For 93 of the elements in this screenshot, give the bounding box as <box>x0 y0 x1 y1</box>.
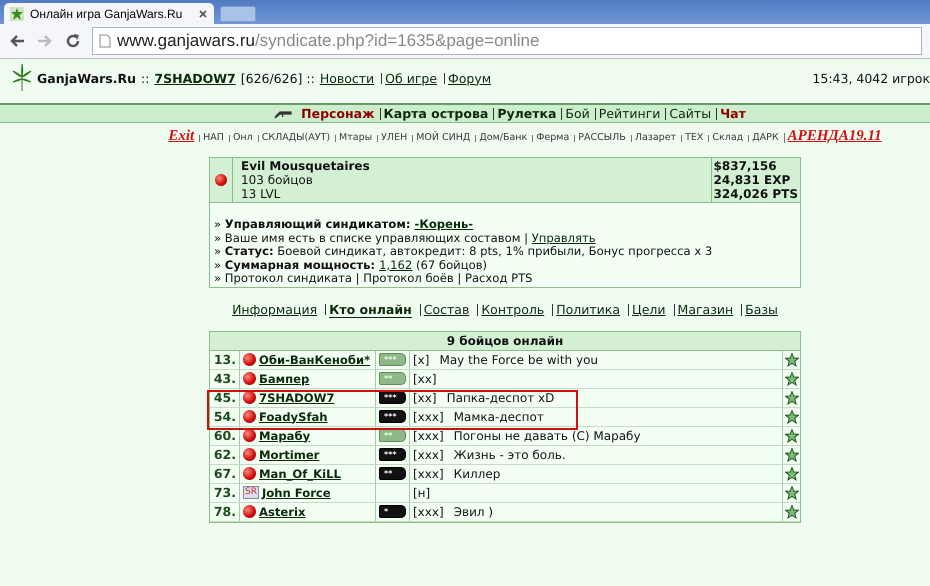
quick-link[interactable]: Exit <box>168 128 194 145</box>
header-link[interactable]: Новости <box>320 70 374 86</box>
player-link[interactable]: John Force <box>262 486 331 500</box>
rank-badge: ** <box>379 467 406 480</box>
star-icon[interactable] <box>784 448 798 462</box>
clan-badge: SR <box>243 486 259 499</box>
status-note: Киллер <box>454 466 500 480</box>
info-line: » Протокол синдиката | Протокол боёв | Расход PTS <box>214 272 534 286</box>
menu-link[interactable]: Персонаж <box>301 106 375 121</box>
page-icon <box>99 34 111 48</box>
status-ball-icon <box>243 353 256 366</box>
tab-title: Онлайн игра GanjaWars.Ru <box>30 6 184 20</box>
rank-cell: 67. <box>210 464 240 482</box>
rank-badge: *** <box>379 410 406 423</box>
tag-text: [xx] <box>413 372 437 386</box>
info-line: » Управляющий синдикатом: -Корень- <box>214 218 474 232</box>
rank-badge: * <box>379 505 406 518</box>
tag-text: [xxx] <box>413 504 444 518</box>
status-note: Мамка-деспот <box>454 410 544 424</box>
info-link[interactable]: -Корень- <box>414 217 474 231</box>
rank-badge: *** <box>379 448 406 461</box>
rank-cell: 43. <box>210 370 240 388</box>
player-link[interactable]: Man_Of_KiLL <box>259 466 341 480</box>
star-icon[interactable] <box>784 428 798 442</box>
tag-text: [н] <box>413 486 430 500</box>
rank-badge: *** <box>379 391 406 404</box>
tag-text: [xxx] <box>413 428 444 442</box>
info-link[interactable]: Управлять <box>532 230 596 244</box>
star-icon[interactable] <box>784 486 798 500</box>
status-note: Жизнь - это боль. <box>454 448 566 462</box>
reload-icon[interactable] <box>64 32 82 50</box>
status-ball-icon <box>243 467 256 480</box>
player-link[interactable]: Бампер <box>259 372 310 386</box>
rank-cell: 73. <box>210 484 240 502</box>
tag-text: [xxx] <box>413 466 444 480</box>
separator: :: <box>140 70 150 86</box>
syndicate-name: Evil Mousquetaires <box>241 159 371 173</box>
star-icon[interactable] <box>784 466 798 480</box>
status-ball-icon <box>243 429 256 442</box>
points: 324,026 PTS <box>714 187 798 201</box>
status-ball-icon <box>243 372 256 385</box>
rank-badge: ** <box>379 429 406 442</box>
experience: 24,831 EXP <box>714 173 792 187</box>
tag-text: [x] <box>413 352 430 366</box>
rank-cell: 62. <box>210 446 240 464</box>
fighter-count: 103 бойцов <box>241 173 314 187</box>
info-line: » Суммарная мощность: 1,162 (67 бойцов) <box>214 258 488 272</box>
close-icon[interactable] <box>198 8 208 18</box>
status-note: Папка-деспот xD <box>446 390 554 404</box>
browser-tab[interactable]: Онлайн игра GanjaWars.Ru <box>4 3 214 24</box>
table-title: 9 бойцов онлайн <box>210 332 800 350</box>
tag-text: [xxx] <box>413 410 444 424</box>
site-name: GanjaWars.Ru <box>37 70 136 86</box>
status-ball-icon <box>243 410 256 423</box>
star-icon[interactable] <box>784 352 798 366</box>
status-ball-icon <box>243 448 256 461</box>
status-note: Погоны не давать (С) Марабу <box>454 428 641 442</box>
user-link[interactable]: 7SHADOW7 <box>154 70 236 86</box>
rank-cell: 45. <box>210 388 240 406</box>
tag-text: [xxx] <box>413 448 444 462</box>
rank-badge: *** <box>379 353 406 366</box>
rank-cell: 60. <box>210 426 240 444</box>
player-link[interactable]: Asterix <box>259 504 306 518</box>
star-icon[interactable] <box>784 504 798 518</box>
health-text: [626/626] :: <box>240 70 315 86</box>
star-icon[interactable] <box>784 390 798 404</box>
info-link[interactable]: 1,162 <box>379 258 412 272</box>
rank-badge: ** <box>379 372 406 385</box>
player-link[interactable]: FoadySfah <box>259 410 328 424</box>
star-icon[interactable] <box>784 372 798 386</box>
back-icon[interactable] <box>8 33 26 49</box>
info-line: » Ваше имя есть в списке управляющих составом | Управлять <box>214 232 597 245</box>
info-line: » Статус: Боевой синдикат, автокредит: 8 pts, 1% прибыли, Бонус прогресса x 3 <box>214 245 714 258</box>
rank-cell: 13. <box>210 350 240 368</box>
status-ball-icon <box>243 391 256 404</box>
money-amount: $837,156 <box>714 159 778 173</box>
player-link[interactable]: Mortimer <box>259 448 320 462</box>
status-note: Эвил ) <box>454 504 494 518</box>
rank-cell: 78. <box>210 502 240 520</box>
status-note: May the Force be with you <box>439 352 598 366</box>
player-link[interactable]: Оби-ВанКеноби* <box>259 352 370 366</box>
tag-text: [xx] <box>413 390 437 404</box>
section-tab[interactable]: Информация <box>232 302 318 318</box>
status-ball-icon <box>243 505 256 518</box>
gun-icon <box>274 108 292 118</box>
star-icon[interactable] <box>784 410 798 424</box>
player-link[interactable]: 7SHADOW7 <box>259 390 334 404</box>
server-status: 15:43, 4042 игрок <box>812 70 930 86</box>
rank-cell: 54. <box>210 408 240 426</box>
player-link[interactable]: Марабу <box>259 428 310 442</box>
syndicate-level: 13 LVL <box>241 187 282 201</box>
address-field[interactable]: www.ganjawars.ru/syndicate.php?id=1635&page=online <box>92 27 922 55</box>
status-ball-icon <box>215 174 227 186</box>
